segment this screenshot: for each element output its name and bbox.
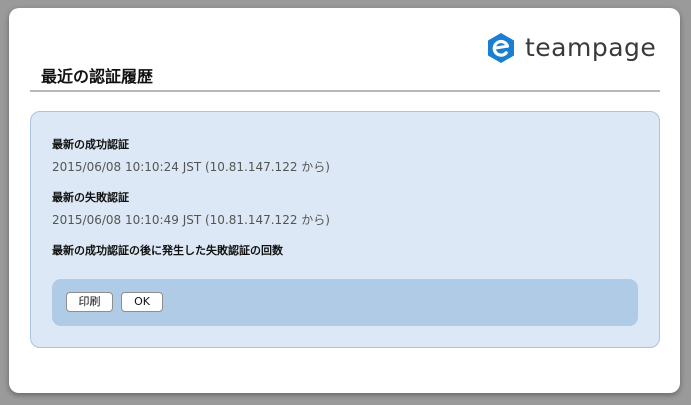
button-bar: 印刷 OK: [52, 279, 638, 326]
failures-since-success-label: 最新の成功認証の後に発生した失敗認証の回数: [52, 244, 283, 257]
brand-name: teampage: [525, 33, 657, 62]
last-success-value: 2015/06/08 10:10:24 JST (10.81.147.122 か…: [52, 160, 330, 174]
last-failure-label: 最新の失敗認証: [52, 191, 129, 204]
history-panel: 最新の成功認証 2015/06/08 10:10:24 JST (10.81.1…: [30, 111, 660, 348]
auth-history-dialog: teampage 最近の認証履歴 最新の成功認証 2015/06/08 10:1…: [9, 8, 680, 393]
title-divider: [30, 90, 660, 92]
ok-button[interactable]: OK: [121, 292, 163, 312]
last-success-label: 最新の成功認証: [52, 138, 129, 151]
dialog-title: 最近の認証履歴: [41, 67, 154, 86]
print-button[interactable]: 印刷: [66, 292, 113, 312]
brand-logo: teampage: [486, 32, 656, 64]
last-failure-value: 2015/06/08 10:10:49 JST (10.81.147.122 か…: [52, 213, 330, 227]
teampage-hexagon-logo-icon: [488, 33, 514, 63]
